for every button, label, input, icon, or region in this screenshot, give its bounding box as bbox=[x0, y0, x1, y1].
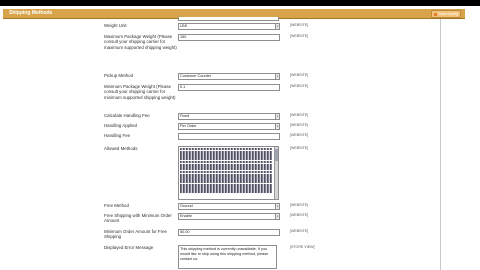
previous-field-cutoff[interactable] bbox=[178, 17, 279, 21]
list-item[interactable] bbox=[180, 190, 272, 194]
scope-label: [WEBSITE] bbox=[290, 123, 309, 127]
chevron-down-icon: ▾ bbox=[275, 204, 279, 209]
min-weight-label: Minimum Package Weight (Please consult y… bbox=[104, 84, 176, 100]
error-message-label: Displayed Error Message bbox=[104, 245, 154, 250]
free-min-label: Free Shipping with Minimum Order Amount bbox=[104, 213, 172, 224]
save-icon bbox=[434, 12, 438, 16]
handling-applied-select[interactable]: Per Order ▾ bbox=[178, 123, 280, 130]
scope-label: [WEBSITE] bbox=[290, 229, 309, 233]
scrollbar-thumb[interactable] bbox=[275, 149, 278, 161]
calc-handling-label: Calculate Handling Fee bbox=[104, 113, 150, 118]
free-method-label: Free Method bbox=[104, 203, 129, 208]
free-method-select[interactable]: Ground ▾ bbox=[178, 203, 280, 210]
scope-label: [WEBSITE] bbox=[290, 23, 309, 27]
handling-applied-value: Per Order bbox=[180, 124, 197, 128]
weight-unit-value: LBS bbox=[180, 24, 188, 28]
scope-label: [WEBSITE] bbox=[290, 203, 309, 207]
weight-unit-label: Weight Unit bbox=[104, 23, 127, 28]
min-order-input[interactable]: 50.00 bbox=[178, 229, 280, 236]
free-method-value: Ground bbox=[180, 204, 193, 208]
section-title: Shipping Methods bbox=[9, 10, 53, 16]
handling-applied-label: Handling Applied bbox=[104, 123, 137, 128]
min-weight-input[interactable]: 0.1 bbox=[178, 84, 280, 91]
scope-label: [WEBSITE] bbox=[290, 213, 309, 217]
min-order-label: Minimum Order Amount for Free Shipping bbox=[104, 229, 167, 240]
handling-fee-input[interactable] bbox=[178, 133, 280, 140]
left-gutter bbox=[0, 19, 98, 270]
allowed-methods-label: Allowed Methods bbox=[104, 146, 138, 151]
right-divider bbox=[440, 19, 441, 270]
chevron-down-icon: ▾ bbox=[275, 24, 279, 29]
scope-label: [WEBSITE] bbox=[290, 84, 309, 88]
scope-label: [WEBSITE] bbox=[290, 146, 309, 150]
pickup-method-value: Customer Counter bbox=[180, 74, 212, 78]
scope-label: [STORE VIEW] bbox=[290, 245, 315, 249]
free-min-value: Enable bbox=[180, 214, 192, 218]
free-min-select[interactable]: Enable ▾ bbox=[178, 213, 280, 220]
calc-handling-select[interactable]: Fixed ▾ bbox=[178, 113, 280, 120]
scope-label: [WEBSITE] bbox=[290, 34, 309, 38]
chevron-down-icon: ▾ bbox=[275, 114, 279, 119]
scope-label: [WEBSITE] bbox=[290, 133, 309, 137]
error-message-textarea[interactable]: This shipping method is currently unavai… bbox=[178, 245, 277, 269]
max-weight-label: Maximum Package Weight (Please consult y… bbox=[104, 34, 177, 50]
chevron-down-icon: ▾ bbox=[275, 74, 279, 79]
scrollbar[interactable] bbox=[274, 147, 278, 199]
save-config-label: Save Config bbox=[438, 12, 458, 16]
pickup-method-select[interactable]: Customer Counter ▾ bbox=[178, 73, 280, 80]
chevron-down-icon: ▾ bbox=[275, 124, 279, 129]
config-page: Shipping Methods Save Config Weight Unit… bbox=[0, 6, 480, 270]
weight-unit-select[interactable]: LBS ▾ bbox=[178, 23, 280, 30]
scope-label: [WEBSITE] bbox=[290, 73, 309, 77]
save-config-button[interactable]: Save Config bbox=[431, 10, 461, 18]
scope-label: [WEBSITE] bbox=[290, 113, 309, 117]
max-weight-input[interactable]: 150 bbox=[178, 34, 280, 41]
handling-fee-label: Handling Fee bbox=[104, 133, 131, 138]
pickup-method-label: Pickup Method bbox=[104, 73, 134, 78]
calc-handling-value: Fixed bbox=[180, 114, 190, 118]
chevron-down-icon: ▾ bbox=[275, 214, 279, 219]
allowed-methods-multiselect[interactable] bbox=[178, 146, 279, 200]
